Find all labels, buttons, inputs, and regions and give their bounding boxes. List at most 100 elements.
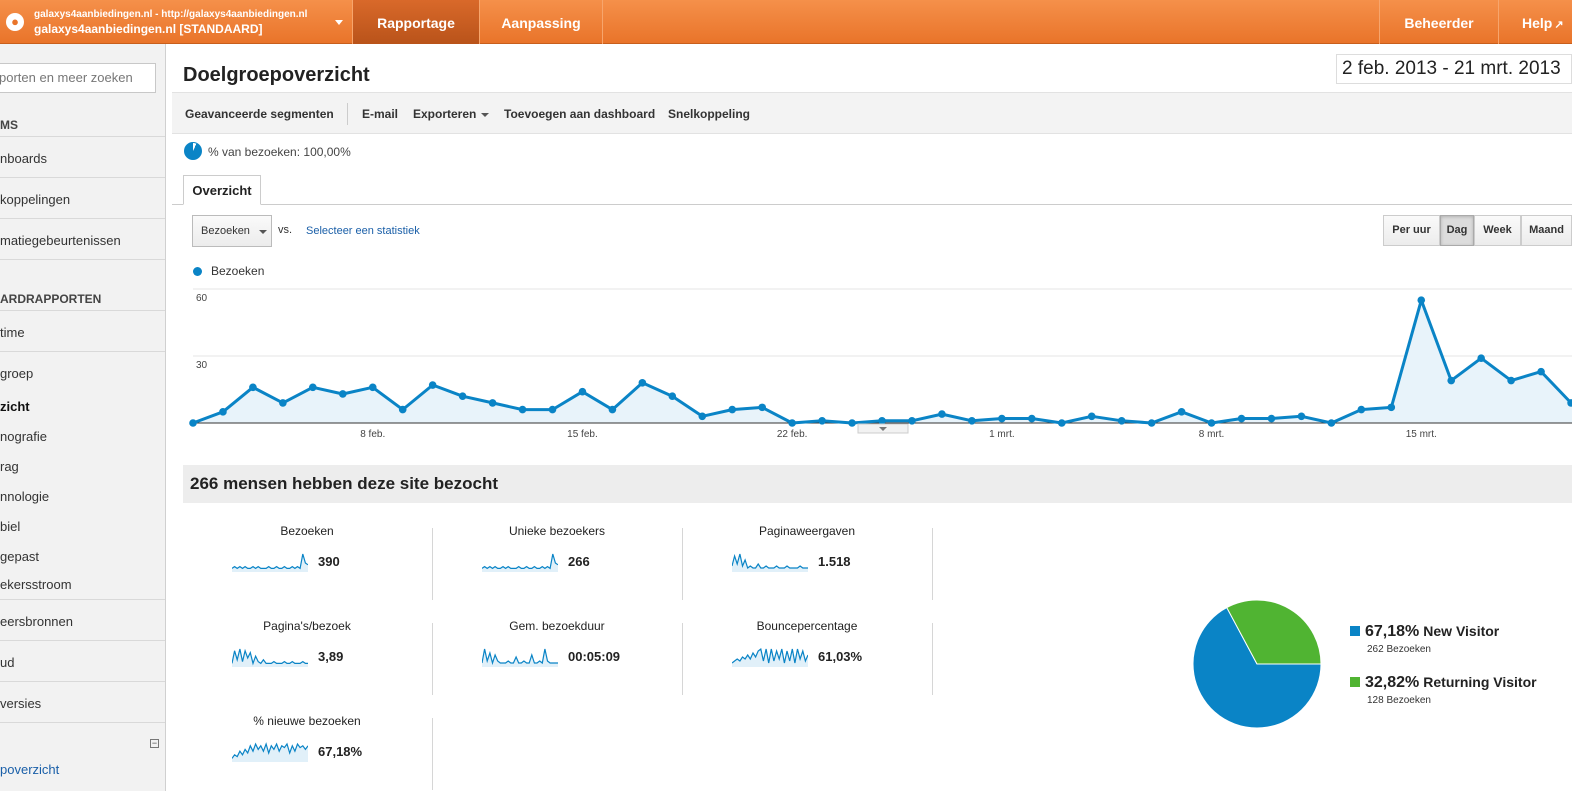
page-title: Doelgroepoverzicht [183, 64, 370, 86]
sidebar-item-audience[interactable]: groep [0, 366, 165, 381]
data-point [848, 419, 856, 427]
data-point [458, 392, 467, 400]
sidebar-item-conversions[interactable]: versies [0, 696, 165, 711]
metric-divider [682, 528, 683, 600]
new-visitor-percent: 67,18% [1365, 623, 1420, 640]
sidebar-item-intelligence-events[interactable]: matiegebeurtenissen [0, 233, 165, 248]
data-point [518, 405, 527, 414]
x-tick-label: 1 mrt. [989, 429, 1015, 440]
y-tick-label: 30 [196, 360, 208, 371]
metric-value: 61,03% [818, 649, 863, 664]
data-point [1327, 419, 1336, 427]
data-point [1028, 414, 1036, 423]
x-tick-label: 15 feb. [567, 429, 598, 440]
y-tick-label: 60 [196, 293, 208, 304]
help-label: Help [1522, 15, 1553, 31]
data-point [309, 383, 317, 392]
tab-aanpassing[interactable]: Aanpassing [480, 0, 602, 44]
sidebar-divider [0, 177, 165, 178]
tab-rapportage[interactable]: Rapportage [353, 0, 479, 44]
pie-legend-returning: 32,82% Returning Visitor 128 Bezoeken [1350, 674, 1537, 706]
data-point [189, 419, 197, 427]
metric-label: Bezoeken [280, 524, 334, 538]
sidebar-divider [0, 599, 165, 600]
sidebar-item-technology[interactable]: nnologie [0, 489, 165, 504]
data-point [1507, 376, 1515, 385]
sidebar-divider [0, 259, 165, 260]
sidebar-item-overview[interactable]: zicht [0, 399, 165, 414]
sidebar-divider [0, 310, 165, 311]
chart-panel: Bezoeken vs. Selecteer een statistiek Pe… [172, 205, 1572, 455]
sparkline [732, 553, 808, 572]
toolbar-divider [347, 103, 348, 125]
metric-label: % nieuwe bezoeken [253, 714, 361, 728]
metric-divider [682, 623, 683, 695]
series-line [192, 298, 1572, 425]
sidebar-item-content[interactable]: ud [0, 655, 165, 670]
metric-value: 3,89 [318, 649, 344, 664]
chevron-down-icon [335, 20, 343, 25]
sidebar-item-demographics[interactable]: nografie [0, 429, 165, 444]
tab-overview[interactable]: Overzicht [183, 175, 261, 205]
data-point [548, 405, 557, 414]
metric-block: Paginaweergaven 1.518 [682, 524, 932, 604]
sidebar-item-visitors-flow[interactable]: ekersstroom [0, 577, 165, 592]
metric-divider [432, 718, 433, 790]
sparkline-area [232, 554, 308, 572]
x-tick-label: 8 mrt. [1199, 429, 1225, 440]
sidebar-item-dashboards[interactable]: nboards [0, 151, 165, 166]
metric-label: Paginaweergaven [758, 524, 856, 538]
sparkline [482, 648, 558, 667]
metric-value: 00:05:09 [568, 649, 621, 664]
export-label: Exporteren [413, 107, 477, 121]
export-button[interactable]: Exporteren [413, 107, 490, 121]
collapse-icon[interactable]: − [150, 739, 159, 748]
account-selector[interactable]: ● galaxys4aanbiedingen.nl - http://galax… [0, 0, 352, 44]
report-toolbar: Geavanceerde segmenten E-mail Exporteren… [172, 92, 1572, 134]
data-point [998, 414, 1006, 423]
shortcut-button[interactable]: Snelkoppeling [668, 107, 750, 121]
sidebar-item-traffic-sources[interactable]: eersbronnen [0, 614, 165, 629]
sidebar-item-custom[interactable]: gepast [0, 549, 165, 564]
metric-block: Pagina's/bezoek 3,89 [182, 619, 432, 699]
sidebar-item-mobile[interactable]: biel [0, 519, 165, 534]
x-tick-label: 8 feb. [360, 429, 385, 440]
email-button[interactable]: E-mail [362, 107, 398, 121]
metric-divider [432, 623, 433, 695]
sidebar-heading-standard-reports: ARDRAPPORTEN [0, 292, 102, 306]
data-point [938, 410, 946, 418]
sidebar-divider [0, 681, 165, 682]
metric-divider [432, 528, 433, 600]
sidebar-item-audience-overview[interactable]: poverzicht [0, 762, 165, 777]
add-to-dashboard-button[interactable]: Toevoegen aan dashboard [504, 107, 655, 121]
data-point [1537, 367, 1545, 376]
data-point [788, 419, 796, 427]
metric-label: Pagina's/bezoek [263, 619, 351, 633]
data-point [368, 383, 377, 392]
data-point [758, 403, 766, 412]
sidebar-item-behavior[interactable]: rag [0, 459, 165, 474]
date-range-picker[interactable]: 2 feb. 2013 - 21 mrt. 2013 [1336, 54, 1572, 84]
segment-label: % van bezoeken: 100,00% [208, 145, 351, 159]
metric-value: 266 [568, 554, 590, 569]
sidebar-item-realtime[interactable]: time [0, 325, 165, 340]
external-link-icon: ↗ [1554, 19, 1564, 31]
visits-line-chart: 60 30 8 feb. 15 feb. 22 feb. 1 mrt. 8 mrt. 15 m… [189, 288, 1572, 440]
data-point [1147, 419, 1156, 427]
legend-swatch [1350, 677, 1360, 687]
sidebar-item-shortcuts[interactable]: koppelingen [0, 192, 165, 207]
metric-divider [932, 623, 933, 695]
data-point [1267, 414, 1276, 423]
metric-block: Gem. bezoekduur 00:05:09 [432, 619, 682, 699]
report-search-input[interactable]: porten en meer zoeken [0, 63, 156, 93]
metric-value: 67,18% [318, 744, 363, 759]
data-point [608, 405, 617, 414]
new-visitor-label: New Visitor [1423, 623, 1500, 639]
metric-block: Unieke bezoekers 266 [432, 524, 682, 604]
x-tick-label: 22 feb. [777, 429, 808, 440]
data-point [1207, 419, 1216, 427]
returning-visitor-label: Returning Visitor [1423, 674, 1537, 690]
admin-link[interactable]: Beheerder [1380, 0, 1498, 44]
advanced-segments-button[interactable]: Geavanceerde segmenten [185, 107, 334, 121]
help-link[interactable]: Help ↗ [1499, 0, 1572, 44]
